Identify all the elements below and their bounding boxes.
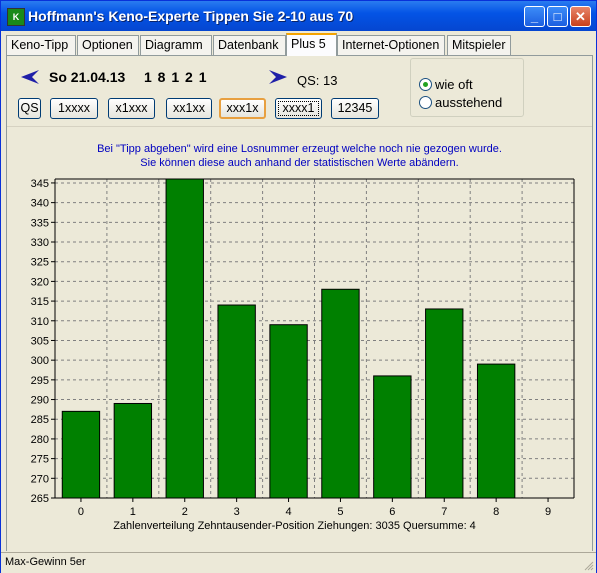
main-window: K Hoffmann's Keno-Experte Tippen Sie 2-1…: [0, 0, 597, 573]
y-tick-label: 265: [31, 493, 49, 505]
bar-3: [217, 304, 256, 499]
y-tick-label: 280: [31, 434, 49, 446]
y-tick-label: 335: [31, 217, 49, 229]
bar-1: [113, 402, 153, 499]
radio-wie-oft[interactable]: wie oft: [419, 77, 473, 92]
bar-6: [373, 375, 412, 499]
draw-numbers: 1 8 1 2 1: [144, 69, 208, 85]
resize-grip-icon[interactable]: [584, 561, 594, 571]
y-tick-label: 345: [31, 178, 49, 190]
status-text: Max-Gewinn 5er: [5, 556, 86, 568]
tab-keno-tipp[interactable]: Keno-Tipp: [6, 35, 76, 55]
app-icon[interactable]: K: [7, 8, 25, 26]
y-tick-label: 285: [31, 414, 49, 426]
x-tick-label: 6: [389, 506, 395, 518]
position-button-12345[interactable]: 12345: [331, 98, 379, 119]
x-tick-label: 9: [545, 506, 551, 518]
y-tick-label: 315: [31, 296, 49, 308]
bar-7: [425, 308, 464, 499]
draw-date: So 21.04.13: [49, 69, 126, 85]
bar-chart: 2652702752802852902953003053103153203253…: [31, 178, 575, 532]
chart-area: Bei "Tipp abgeben" wird eine Losnummer e…: [7, 126, 592, 551]
radio-ausstehend-label: ausstehend: [435, 95, 503, 110]
x-tick-label: 4: [285, 506, 291, 518]
x-tick-label: 2: [182, 506, 188, 518]
position-button-xx1xx[interactable]: xx1xx: [166, 98, 212, 119]
x-tick-label: 1: [130, 506, 136, 518]
y-tick-label: 340: [31, 198, 49, 210]
y-tick-label: 325: [31, 257, 49, 269]
bar-5: [321, 288, 360, 499]
y-tick-label: 300: [31, 355, 49, 367]
bar-0: [61, 410, 101, 499]
mode-radio-group: wie oft ausstehend: [410, 58, 524, 117]
y-tick-label: 310: [31, 316, 49, 328]
x-tick-label: 5: [337, 506, 343, 518]
tab-plus-5[interactable]: Plus 5: [286, 33, 337, 56]
tab-internet-optionen[interactable]: Internet-Optionen: [337, 35, 445, 55]
tab-optionen[interactable]: Optionen: [77, 35, 139, 55]
maximize-button[interactable]: □: [547, 6, 568, 27]
radio-wie-oft-label: wie oft: [435, 77, 473, 92]
x-tick-label: 0: [78, 506, 84, 518]
quersumme-label: QS: 13: [297, 73, 338, 88]
y-tick-label: 270: [31, 473, 49, 485]
radio-ausstehend[interactable]: ausstehend: [419, 95, 502, 110]
y-tick-label: 320: [31, 276, 49, 288]
close-button[interactable]: ✕: [570, 6, 591, 27]
window-title: Hoffmann's Keno-Experte Tippen Sie 2-10 …: [28, 8, 354, 24]
status-bar: Max-Gewinn 5er: [1, 552, 596, 573]
y-tick-label: 275: [31, 454, 49, 466]
next-arrow-icon[interactable]: [269, 70, 287, 84]
position-button-xxxx1[interactable]: xxxx1: [275, 98, 322, 119]
y-tick-label: 330: [31, 237, 49, 249]
minimize-button[interactable]: _: [524, 6, 545, 27]
position-button-1xxxx[interactable]: 1xxxx: [50, 98, 98, 119]
x-axis-label: Zahlenverteilung Zehntausender-Position …: [113, 520, 476, 532]
plus5-panel: So 21.04.13 1 8 1 2 1 QS: 13 wie oft aus…: [6, 55, 593, 551]
y-tick-label: 295: [31, 375, 49, 387]
tab-mitspieler[interactable]: Mitspieler: [447, 35, 511, 55]
bar-8: [476, 363, 516, 499]
position-button-x1xxx[interactable]: x1xxx: [108, 98, 155, 119]
previous-arrow-icon[interactable]: [21, 70, 39, 84]
tab-datenbank[interactable]: Datenbank: [213, 35, 286, 55]
y-tick-label: 290: [31, 395, 49, 407]
title-bar[interactable]: K Hoffmann's Keno-Experte Tippen Sie 2-1…: [1, 1, 596, 31]
tab-diagramm[interactable]: Diagramm: [140, 35, 212, 55]
position-button-qs[interactable]: QS: [18, 98, 41, 119]
bar-2: [165, 178, 204, 499]
x-tick-label: 7: [441, 506, 447, 518]
radio-unchecked-icon: [419, 96, 432, 109]
y-tick-label: 305: [31, 335, 49, 347]
x-tick-label: 3: [234, 506, 240, 518]
position-button-xxx1x[interactable]: xxx1x: [219, 98, 266, 119]
bar-4: [269, 324, 308, 499]
x-tick-label: 8: [493, 506, 499, 518]
radio-checked-icon: [419, 78, 432, 91]
